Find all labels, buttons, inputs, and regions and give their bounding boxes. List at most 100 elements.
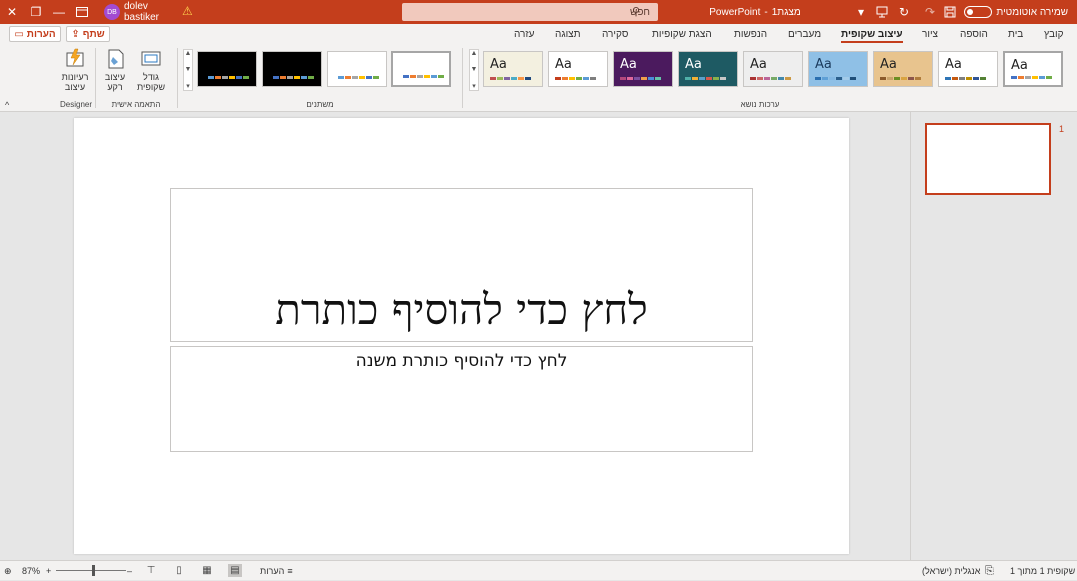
- normal-view-icon[interactable]: ▤: [228, 564, 242, 577]
- theme-color-strip: [555, 77, 596, 80]
- tab-transitions[interactable]: מעברים: [788, 24, 821, 44]
- slide-canvas[interactable]: לחץ כדי להוסיף כותרת לחץ כדי להוסיף כותר…: [74, 118, 849, 554]
- tab-view[interactable]: תצוגה: [555, 24, 581, 44]
- variants-scroll[interactable]: ▲ ▼ ▾: [183, 49, 193, 91]
- subtitle-placeholder[interactable]: לחץ כדי להוסיף כותרת משנה: [170, 346, 753, 452]
- theme-option[interactable]: Aa: [808, 51, 868, 87]
- design-ideas-button[interactable]: רעיונות עיצוב: [58, 48, 92, 92]
- slide-thumbnail-number: 1: [1059, 124, 1065, 134]
- theme-option[interactable]: Aa: [1003, 51, 1063, 87]
- variant-option[interactable]: [197, 51, 257, 87]
- notes-button[interactable]: הערות ≡: [260, 561, 293, 581]
- comments-button[interactable]: ▭ הערות: [9, 26, 61, 42]
- autosave-label: שמירה אוטומטית: [996, 6, 1068, 18]
- tab-review[interactable]: סקירה: [602, 24, 628, 44]
- theme-sample-text: Aa: [490, 57, 507, 72]
- repeat-icon[interactable]: ↻: [895, 0, 913, 24]
- variant-option[interactable]: [391, 51, 451, 87]
- group-divider: [462, 48, 463, 108]
- share-label: שתף: [82, 28, 105, 40]
- scroll-up-icon[interactable]: ▲: [185, 50, 192, 57]
- theme-color-strip: [945, 77, 986, 80]
- themes-group-label: ערכות נושא: [740, 100, 780, 109]
- slide-sorter-icon[interactable]: ▦: [200, 564, 214, 577]
- slide-counter: שקופית 1 מתוך 1: [1010, 566, 1076, 576]
- tab-design[interactable]: עיצוב שקופית: [841, 24, 903, 44]
- group-divider: [177, 48, 178, 108]
- present-icon[interactable]: [873, 0, 891, 24]
- title-placeholder-text: לחץ כדי להוסיף כותרת: [275, 285, 648, 334]
- zoom-level[interactable]: 87%: [22, 561, 40, 581]
- zoom-in-icon[interactable]: +: [46, 561, 51, 581]
- subtitle-placeholder-text: לחץ כדי להוסיף כותרת משנה: [355, 351, 568, 371]
- themes-scroll[interactable]: ▲ ▼ ▾: [469, 49, 479, 91]
- theme-option[interactable]: Aa: [678, 51, 738, 87]
- theme-sample-text: Aa: [1011, 58, 1028, 73]
- theme-color-strip: [490, 77, 531, 80]
- reading-view-icon[interactable]: ▯: [172, 564, 186, 577]
- design-ideas-label: רעיונות עיצוב: [61, 72, 89, 92]
- theme-sample-text: Aa: [750, 57, 767, 72]
- slide-thumbnail[interactable]: [925, 123, 1051, 195]
- more-icon[interactable]: ▾: [186, 82, 190, 90]
- theme-option[interactable]: Aa: [613, 51, 673, 87]
- zoom-slider[interactable]: [56, 570, 126, 571]
- slide-size-button[interactable]: גודל שקופית: [134, 48, 168, 92]
- ribbon-tabs: קובץ בית הוספה ציור עיצוב שקופית מעברים …: [0, 24, 1077, 44]
- fit-to-window-icon[interactable]: ⊕: [4, 561, 12, 581]
- language-indicator[interactable]: אנגלית (ישראל): [922, 561, 980, 581]
- theme-option[interactable]: Aa: [548, 51, 608, 87]
- ribbon-display-icon[interactable]: [73, 0, 91, 24]
- tab-help[interactable]: עזרה: [514, 24, 534, 44]
- format-background-button[interactable]: עיצוב רקע: [98, 48, 132, 92]
- save-icon[interactable]: [941, 0, 959, 24]
- tab-animations[interactable]: הנפשות: [734, 24, 767, 44]
- zoom-out-icon[interactable]: –: [127, 561, 132, 581]
- theme-sample-text: Aa: [880, 57, 897, 72]
- theme-option[interactable]: Aa: [873, 51, 933, 87]
- more-icon[interactable]: ▾: [472, 82, 476, 90]
- scroll-down-icon[interactable]: ▼: [185, 66, 192, 73]
- spellcheck-icon[interactable]: ⎘: [985, 561, 994, 581]
- theme-color-strip: [815, 77, 856, 80]
- share-icon: ⇪: [71, 28, 80, 40]
- slide-thumbnails-pane: 1: [910, 112, 1077, 560]
- theme-option[interactable]: Aa: [483, 51, 543, 87]
- tab-draw[interactable]: ציור: [922, 24, 938, 44]
- tab-insert[interactable]: הוספה: [960, 24, 988, 44]
- tab-home[interactable]: בית: [1008, 24, 1023, 44]
- tab-file[interactable]: קובץ: [1044, 24, 1064, 44]
- theme-color-strip: [750, 77, 791, 80]
- variant-option[interactable]: [262, 51, 322, 87]
- user-name[interactable]: dolev bastiker: [124, 0, 180, 24]
- theme-sample-text: Aa: [685, 57, 702, 72]
- customize-group-label: התאמה אישית: [111, 100, 161, 109]
- slide-size-icon: [141, 51, 161, 66]
- slideshow-view-icon[interactable]: ⊤: [144, 564, 158, 577]
- quick-access-dropdown-icon[interactable]: ▾: [852, 0, 870, 24]
- designer-group-label: Designer: [59, 100, 92, 109]
- tab-slideshow[interactable]: הצגת שקופיות: [652, 24, 712, 44]
- close-icon[interactable]: ✕: [3, 0, 21, 24]
- theme-option[interactable]: Aa: [938, 51, 998, 87]
- share-button[interactable]: ⇪ שתף: [66, 26, 110, 42]
- theme-option[interactable]: Aa: [743, 51, 803, 87]
- format-background-icon: [108, 49, 124, 69]
- warning-icon[interactable]: ⚠: [182, 4, 193, 18]
- autosave-toggle[interactable]: [964, 6, 992, 18]
- restore-icon[interactable]: ❐: [27, 0, 45, 24]
- zoom-slider-thumb[interactable]: [92, 565, 95, 576]
- theme-sample-text: Aa: [620, 57, 637, 72]
- avatar[interactable]: DB: [104, 4, 120, 20]
- redo-icon[interactable]: ↷: [921, 0, 939, 24]
- theme-sample-text: Aa: [815, 57, 832, 72]
- title-placeholder[interactable]: לחץ כדי להוסיף כותרת: [170, 188, 753, 342]
- minimize-icon[interactable]: —: [50, 0, 68, 24]
- format-background-label: עיצוב רקע: [104, 72, 126, 92]
- variant-color-strip: [338, 76, 379, 79]
- scroll-up-icon[interactable]: ▲: [471, 50, 478, 57]
- scroll-down-icon[interactable]: ▼: [471, 66, 478, 73]
- search-box[interactable]: חפש ⚲: [402, 3, 658, 21]
- collapse-ribbon-icon[interactable]: ^: [5, 100, 9, 110]
- variant-option[interactable]: [327, 51, 387, 87]
